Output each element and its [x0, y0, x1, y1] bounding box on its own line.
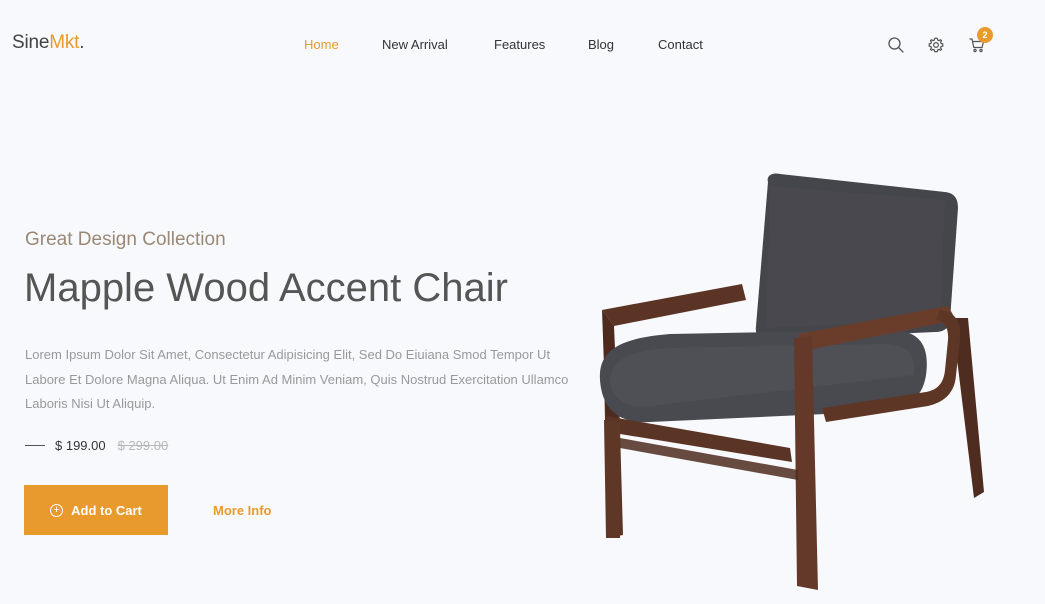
nav-item-new-arrival[interactable]: New Arrival	[382, 37, 448, 52]
nav-item-blog[interactable]: Blog	[588, 37, 614, 52]
more-info-link[interactable]: More Info	[213, 503, 272, 518]
plus-circle-icon: +	[50, 503, 64, 517]
hero-kicker: Great Design Collection	[25, 229, 226, 250]
settings-button[interactable]	[927, 36, 945, 54]
search-button[interactable]	[887, 36, 905, 54]
add-to-cart-button[interactable]: + Add to Cart	[24, 485, 168, 535]
product-image	[590, 170, 1000, 590]
cart-count-badge: 2	[977, 27, 993, 43]
nav-item-features[interactable]: Features	[494, 37, 545, 52]
chair-illustration	[599, 173, 984, 590]
nav-item-home[interactable]: Home	[304, 37, 339, 52]
gear-icon	[928, 37, 944, 53]
old-price: $ 299.00	[117, 437, 169, 453]
site-header: SineMkt. Home New Arrival Features Blog …	[0, 0, 1045, 90]
add-to-cart-label: Add to Cart	[71, 502, 142, 518]
hero-description: Lorem Ipsum Dolor Sit Amet, Consectetur …	[25, 347, 569, 411]
current-price: $ 199.00	[55, 437, 106, 453]
price-row: $ 199.00 $ 299.00	[25, 436, 168, 454]
nav-item-contact[interactable]: Contact	[658, 37, 703, 52]
hero-title: Mapple Wood Accent Chair	[24, 266, 508, 310]
search-icon	[888, 37, 904, 53]
price-dash	[25, 444, 45, 446]
